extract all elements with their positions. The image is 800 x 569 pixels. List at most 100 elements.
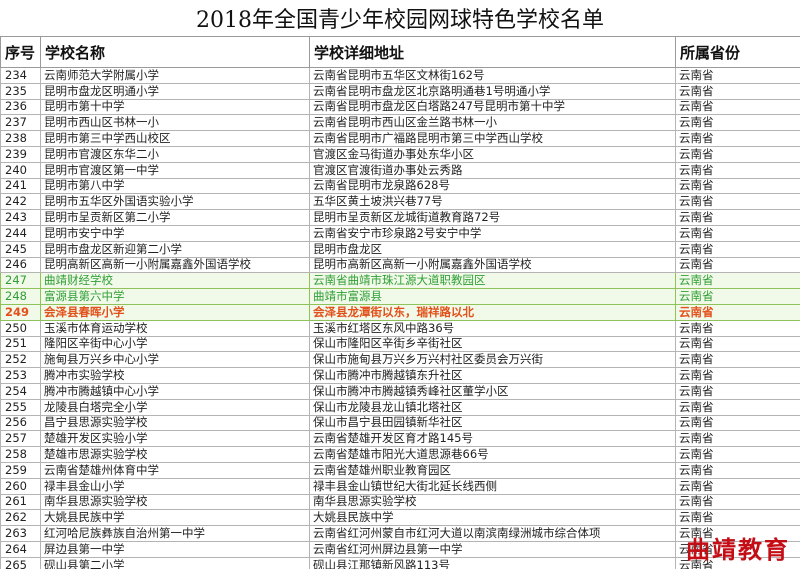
table-row[interactable]: 235 昆明市盘龙区明通小学 云南省昆明市盘龙区北京路明通巷1号明通小学 云南省 [0, 82, 800, 100]
table-row[interactable]: 249 会泽县春晖小学 会泽县龙潭街以东，瑞祥路以北 云南省 [0, 303, 800, 321]
cell-school-name: 南华县思源实验学校 [40, 493, 310, 511]
cell-address: 云南省昆明市龙泉路628号 [309, 177, 676, 195]
table-row[interactable]: 240 昆明市官渡区第一中学 官渡区官渡街道办事处云秀路 云南省 [0, 161, 800, 179]
cell-seq: 248 [0, 288, 41, 305]
cell-school-name: 云南省楚雄州体育中学 [40, 461, 310, 479]
table-row[interactable]: 236 昆明市第十中学 云南省昆明市盘龙区白塔路247号昆明市第十中学 云南省 [0, 98, 800, 116]
table-row[interactable]: 258 楚雄市思源实验学校 云南省楚雄市阳光大道思源巷66号 云南省 [0, 446, 800, 463]
cell-seq: 240 [0, 161, 41, 179]
table-row[interactable]: 239 昆明市官渡区东华二小 官渡区金马街道办事处东华小区 云南省 [0, 145, 800, 163]
watermark-logo: 曲靖教育 [686, 535, 790, 564]
table-row[interactable]: 264 屏边县第一中学 云南省红河州屏边县第一中学 云南省 [0, 540, 800, 558]
table-body: 234 云南师范大学附属小学 云南省昆明市五华区文林街162号 云南省 235 昆明市盘龙… [0, 67, 800, 569]
cell-school-name: 昆明市盘龙区明通小学 [40, 82, 310, 100]
cell-school-name: 楚雄开发区实验小学 [40, 430, 310, 448]
cell-address: 云南省昆明市西山区金兰路书林一小 [309, 114, 676, 132]
cell-seq: 242 [0, 193, 41, 211]
cell-seq: 244 [0, 224, 41, 242]
cell-province: 云南省 [675, 319, 800, 337]
cell-province: 云南省 [675, 288, 800, 305]
cell-address: 五华区黄土坡洪兴巷77号 [309, 193, 676, 211]
cell-school-name: 昆明市盘龙区新迎第二小学 [40, 240, 310, 258]
table-row[interactable]: 250 玉溪市体育运动学校 玉溪市红塔区东风中路36号 云南省 [0, 319, 800, 337]
cell-seq: 258 [0, 446, 41, 463]
table-row[interactable]: 253 腾冲市实验学校 保山市腾冲市腾越镇东升社区 云南省 [0, 367, 800, 384]
cell-address: 云南省楚雄市阳光大道思源巷66号 [309, 446, 676, 463]
cell-province: 云南省 [675, 351, 800, 369]
cell-school-name: 屏边县第一中学 [40, 540, 310, 558]
cell-province: 云南省 [675, 224, 800, 242]
cell-province: 云南省 [675, 67, 800, 84]
cell-seq: 261 [0, 493, 41, 511]
table-row[interactable]: 262 大姚县民族中学 大姚县民族中学 云南省 [0, 509, 800, 527]
table-row[interactable]: 254 腾冲市腾越镇中心小学 保山市腾冲市腾越镇秀峰社区董学小区 云南省 [0, 382, 800, 400]
cell-address: 云南省红河州蒙自市红河大道以南滨南绿洲城市综合体项 [309, 525, 676, 542]
table-row[interactable]: 251 隆阳区辛街中心小学 保山市隆阳区辛街乡辛街社区 云南省 [0, 335, 800, 353]
cell-province: 云南省 [675, 177, 800, 195]
cell-school-name: 红河哈尼族彝族自治州第一中学 [40, 525, 310, 542]
table-row[interactable]: 248 富源县第六中学 曲靖市富源县 云南省 [0, 288, 800, 305]
cell-seq: 252 [0, 351, 41, 369]
cell-school-name: 龙陵县白塔完全小学 [40, 398, 310, 416]
cell-province: 云南省 [675, 256, 800, 274]
cell-school-name: 昆明市第十中学 [40, 98, 310, 116]
table-row[interactable]: 261 南华县思源实验学校 南华县思源实验学校 云南省 [0, 493, 800, 511]
table-row[interactable]: 247 曲靖财经学校 云南省曲靖市珠江源大道职教园区 云南省 [0, 272, 800, 290]
cell-address: 官渡区金马街道办事处东华小区 [309, 145, 676, 163]
cell-school-name: 禄丰县金山小学 [40, 477, 310, 495]
cell-address: 云南省昆明市盘龙区北京路明通巷1号明通小学 [309, 82, 676, 100]
table-row[interactable]: 238 昆明市第三中学西山校区 云南省昆明市广福路昆明市第三中学西山学校 云南省 [0, 130, 800, 147]
cell-province: 云南省 [675, 509, 800, 527]
table-row[interactable]: 246 昆明高新区高新一小附属嘉鑫外国语学校 昆明市高新区高新一小附属嘉鑫外国语学校… [0, 256, 800, 274]
cell-seq: 262 [0, 509, 41, 527]
cell-province: 云南省 [675, 240, 800, 258]
table-row[interactable]: 255 龙陵县白塔完全小学 保山市龙陵县龙山镇北塔社区 云南省 [0, 398, 800, 416]
cell-school-name: 昆明市第三中学西山校区 [40, 130, 310, 147]
cell-address: 南华县思源实验学校 [309, 493, 676, 511]
cell-school-name: 曲靖财经学校 [40, 272, 310, 290]
table-row[interactable]: 265 砚山县第二小学 砚山县江那镇新风路113号 云南省 [0, 556, 800, 569]
cell-address: 玉溪市红塔区东风中路36号 [309, 319, 676, 337]
cell-province: 云南省 [675, 461, 800, 479]
cell-address: 官渡区官渡街道办事处云秀路 [309, 161, 676, 179]
cell-address: 保山市腾冲市腾越镇秀峰社区董学小区 [309, 382, 676, 400]
cell-school-name: 会泽县春晖小学 [40, 303, 310, 321]
table-row[interactable]: 263 红河哈尼族彝族自治州第一中学 云南省红河州蒙自市红河大道以南滨南绿洲城市综合… [0, 525, 800, 542]
cell-seq: 253 [0, 367, 41, 384]
table-row[interactable]: 245 昆明市盘龙区新迎第二小学 昆明市盘龙区 云南省 [0, 240, 800, 258]
cell-seq: 251 [0, 335, 41, 353]
table-row[interactable]: 237 昆明市西山区书林一小 云南省昆明市西山区金兰路书林一小 云南省 [0, 114, 800, 132]
table-row[interactable]: 243 昆明市呈贡新区第二小学 昆明市呈贡新区龙城街道教育路72号 云南省 [0, 209, 800, 226]
table-row[interactable]: 256 昌宁县思源实验学校 保山市昌宁县田园镇新华社区 云南省 [0, 414, 800, 432]
page-title: 2018年全国青少年校园网球特色学校名单 [0, 0, 800, 37]
school-list-table: 序号 学校名称 学校详细地址 所属省份 234 云南师范大学附属小学 云南省昆明市五… [0, 36, 800, 569]
cell-province: 云南省 [675, 303, 800, 321]
cell-school-name: 玉溪市体育运动学校 [40, 319, 310, 337]
cell-seq: 238 [0, 130, 41, 147]
cell-province: 云南省 [675, 114, 800, 132]
cell-school-name: 施甸县万兴乡中心小学 [40, 351, 310, 369]
cell-address: 禄丰县金山镇世纪大街北延长线西侧 [309, 477, 676, 495]
table-row[interactable]: 242 昆明市五华区外国语实验小学 五华区黄土坡洪兴巷77号 云南省 [0, 193, 800, 211]
cell-address: 云南省昆明市盘龙区白塔路247号昆明市第十中学 [309, 98, 676, 116]
table-row[interactable]: 244 昆明市安宁中学 云南省安宁市珍泉路2号安宁中学 云南省 [0, 224, 800, 242]
cell-seq: 249 [0, 303, 41, 321]
cell-seq: 265 [0, 556, 41, 569]
table-row[interactable]: 257 楚雄开发区实验小学 云南省楚雄开发区育才路145号 云南省 [0, 430, 800, 448]
cell-school-name: 腾冲市腾越镇中心小学 [40, 382, 310, 400]
header-province: 所属省份 [675, 36, 800, 68]
cell-address: 昆明市呈贡新区龙城街道教育路72号 [309, 209, 676, 226]
cell-province: 云南省 [675, 382, 800, 400]
cell-school-name: 昆明市官渡区东华二小 [40, 145, 310, 163]
table-row[interactable]: 252 施甸县万兴乡中心小学 保山市施甸县万兴乡万兴村社区委员会万兴街 云南省 [0, 351, 800, 369]
cell-province: 云南省 [675, 209, 800, 226]
table-row[interactable]: 260 禄丰县金山小学 禄丰县金山镇世纪大街北延长线西侧 云南省 [0, 477, 800, 495]
cell-school-name: 隆阳区辛街中心小学 [40, 335, 310, 353]
cell-school-name: 富源县第六中学 [40, 288, 310, 305]
table-row[interactable]: 234 云南师范大学附属小学 云南省昆明市五华区文林街162号 云南省 [0, 67, 800, 84]
table-row[interactable]: 259 云南省楚雄州体育中学 云南省楚雄州职业教育园区 云南省 [0, 461, 800, 479]
cell-seq: 260 [0, 477, 41, 495]
cell-province: 云南省 [675, 398, 800, 416]
cell-address: 云南省昆明市五华区文林街162号 [309, 67, 676, 84]
table-row[interactable]: 241 昆明市第八中学 云南省昆明市龙泉路628号 云南省 [0, 177, 800, 195]
